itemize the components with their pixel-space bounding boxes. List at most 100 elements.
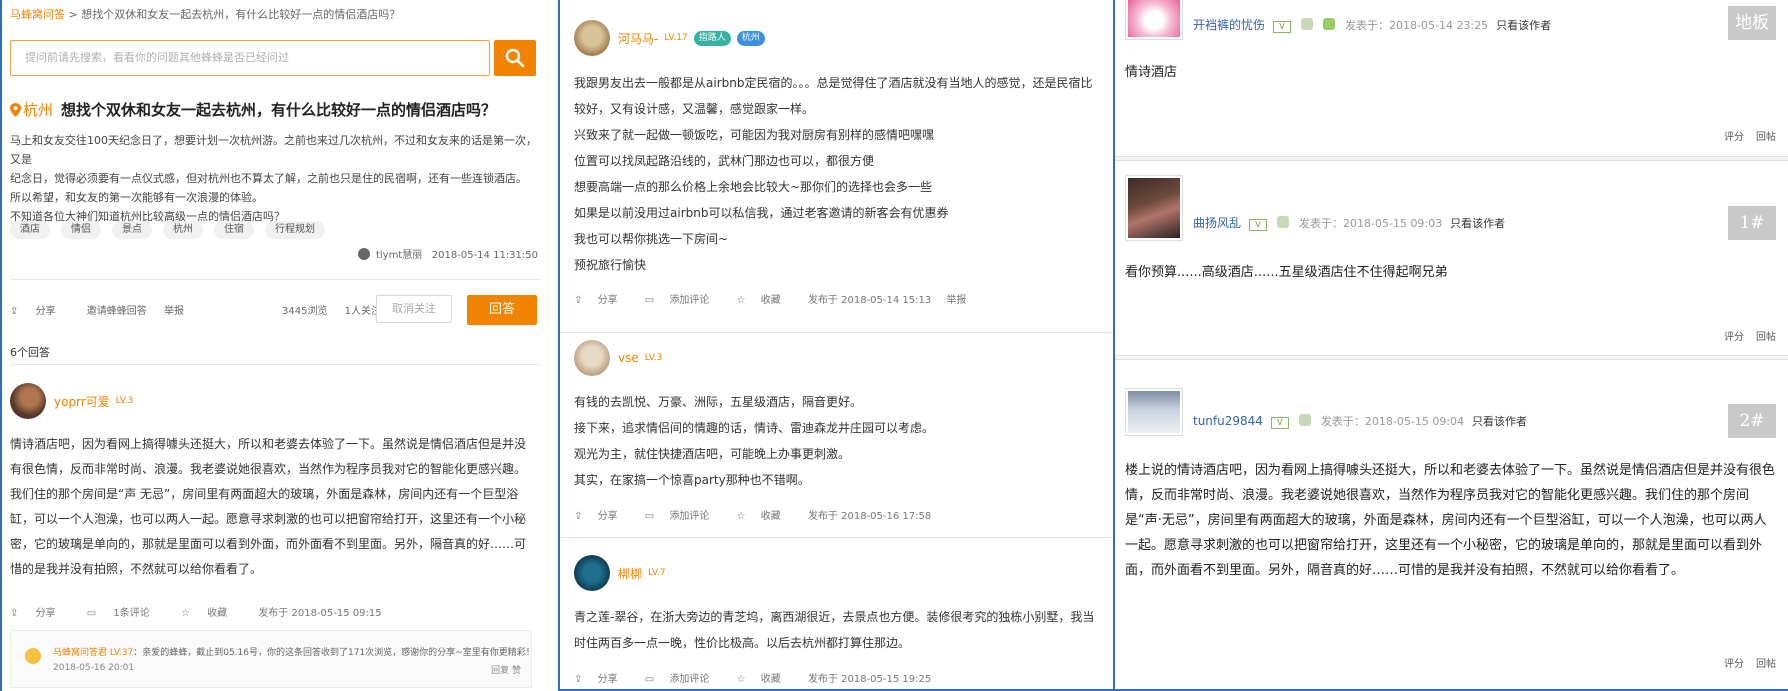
answer-line: 想要高端一点的那么价格上余地会比较大~那你们的选择也会多一些 bbox=[574, 180, 933, 194]
favorite-link[interactable]: ☆ 收藏 bbox=[737, 295, 793, 306]
share-link[interactable]: ⇪ 分享 bbox=[574, 295, 630, 306]
reply-link[interactable]: 回帖 bbox=[1756, 659, 1776, 670]
favorite-link[interactable]: ☆ 收藏 bbox=[181, 608, 241, 619]
poster-name[interactable]: tunfu29844 bbox=[1193, 414, 1263, 428]
share-link[interactable]: ⇪ 分享 bbox=[10, 306, 70, 317]
comment-actions[interactable]: 回复 赞 bbox=[491, 663, 521, 676]
tag[interactable]: 行程规划 bbox=[265, 221, 325, 239]
floor-number: 2# bbox=[1728, 404, 1776, 438]
post-time: 发表于：2018-05-15 09:04 bbox=[1320, 415, 1465, 428]
avatar[interactable] bbox=[1125, 0, 1183, 40]
level-badge: LV.3 bbox=[644, 353, 663, 363]
comment-author[interactable]: 马蜂窝问答君 bbox=[53, 648, 107, 658]
reply-link[interactable]: 回帖 bbox=[1756, 332, 1776, 343]
report-link[interactable]: 举报 bbox=[164, 306, 184, 317]
comment-link[interactable]: ▭ 1条评论 bbox=[87, 608, 164, 619]
comment-link[interactable]: ▭ 添加评论 bbox=[645, 295, 722, 306]
answer-line: 其实，在家搞一个惊喜party那种也不错啊。 bbox=[574, 473, 810, 487]
answer-line: 我也可以帮你挑选一下房间~ bbox=[574, 232, 729, 246]
level-badge: LV.3 bbox=[115, 396, 134, 406]
favorite-link[interactable]: ☆ 收藏 bbox=[737, 674, 793, 685]
tag[interactable]: 酒店 bbox=[10, 221, 50, 239]
comment-date: 2018-05-16 20:01 bbox=[53, 663, 135, 673]
medal-icon bbox=[1301, 18, 1314, 30]
post-time: 发表于：2018-05-15 09:03 bbox=[1299, 217, 1443, 230]
unfollow-button[interactable]: 取消关注 bbox=[376, 295, 452, 323]
breadcrumb-home-link[interactable]: 马蜂窝问答 bbox=[10, 8, 65, 21]
avatar[interactable] bbox=[1125, 175, 1183, 241]
user-level-icon: V bbox=[1249, 219, 1268, 231]
answer-count: 6个回答 bbox=[10, 346, 50, 359]
floor-divider bbox=[1115, 156, 1788, 161]
comment-link[interactable]: ▭ 添加评论 bbox=[645, 674, 722, 685]
share-link[interactable]: ⇪ 分享 bbox=[574, 511, 630, 522]
favorite-link[interactable]: ☆ 收藏 bbox=[737, 511, 793, 522]
rate-link[interactable]: 评分 bbox=[1724, 659, 1744, 670]
invite-link[interactable]: 邀请蜂蜂回答 bbox=[87, 306, 147, 317]
answer-line: 位置可以找凤起路沿线的，武林门那边也可以，都很方便 bbox=[574, 154, 875, 168]
answer-line: 接下来，追求情侣间的情趣的话，情诗、雷迪森龙井庄园可以考虑。 bbox=[574, 421, 935, 435]
comment-link[interactable]: ▭ 添加评论 bbox=[645, 511, 722, 522]
question-city[interactable]: 杭州 bbox=[10, 101, 53, 119]
author-name[interactable]: 河马马- bbox=[618, 30, 658, 47]
avatar[interactable] bbox=[574, 555, 610, 591]
answer-author: yoprr可爱 LV.3 bbox=[10, 383, 133, 423]
post-actions: 评分 回帖 bbox=[1712, 328, 1776, 343]
rate-link[interactable]: 评分 bbox=[1724, 132, 1744, 143]
answer-line: 预祝旅行愉快 bbox=[574, 258, 647, 272]
share-link[interactable]: ⇪ 分享 bbox=[574, 674, 630, 685]
view-count: 3445浏览 bbox=[282, 306, 328, 317]
author-name[interactable]: yoprr可爱 bbox=[54, 393, 110, 410]
comment-icon: ▭ bbox=[644, 295, 655, 306]
avatar[interactable] bbox=[574, 340, 610, 376]
tag[interactable]: 住宿 bbox=[214, 221, 254, 239]
share-icon: ⇪ bbox=[574, 295, 583, 306]
star-icon: ☆ bbox=[736, 674, 746, 685]
rate-link[interactable]: 评分 bbox=[1724, 332, 1744, 343]
poster-name[interactable]: 曲扬风乱 bbox=[1193, 216, 1241, 230]
answer-line: 我们住的那个房间是“声 无忌”，房间里有两面超大的玻璃，外面是森林，房间内还有一… bbox=[10, 487, 519, 501]
asker-avatar[interactable] bbox=[357, 248, 370, 260]
question-line: 所以希望，和女友的第一次能够有一次浪漫的体验。 bbox=[10, 191, 263, 204]
share-link[interactable]: ⇪ 分享 bbox=[10, 608, 70, 619]
avatar[interactable] bbox=[574, 20, 610, 56]
search-input[interactable]: 提问前请先搜索，看看你的问题其他蜂蜂是否已经问过 bbox=[10, 40, 490, 76]
only-author-link[interactable]: 只看该作者 bbox=[1496, 19, 1551, 32]
avatar[interactable] bbox=[1125, 388, 1183, 436]
author-name[interactable]: vse bbox=[618, 351, 639, 365]
share-icon: ⇪ bbox=[574, 511, 583, 522]
answer-button[interactable]: 回答 bbox=[467, 295, 537, 325]
report-link[interactable]: 举报 bbox=[946, 295, 966, 306]
forum-thread-panel: 开裆裤的忧伤 V 发表于：2018-05-14 23:25 只看该作者 地板 情诗酒店… bbox=[1115, 0, 1788, 691]
post-time: 发布于 2018-05-15 19:25 bbox=[807, 674, 932, 685]
star-icon: ☆ bbox=[736, 511, 746, 522]
screenshot-collage: 马蜂窝问答 > 想找个双休和女友一起去杭州，有什么比较好一点的情侣酒店吗？ 提问… bbox=[0, 0, 1788, 691]
post-time: 发布于 2018-05-16 17:58 bbox=[807, 511, 932, 522]
share-icon: ⇪ bbox=[574, 674, 583, 685]
answer-actions: ⇪ 分享 ▭ 添加评论 ☆ 收藏 发布于 2018-05-14 15:13 举报 bbox=[574, 291, 978, 306]
answer-line: 时住两百多一点一晚，性价比极高。以后去杭州都打算住那边。 bbox=[574, 636, 911, 650]
only-author-link[interactable]: 只看该作者 bbox=[1472, 415, 1527, 428]
author-name[interactable]: 梆梆 bbox=[618, 565, 642, 582]
reply-link[interactable]: 回帖 bbox=[1756, 132, 1776, 143]
divider bbox=[10, 364, 540, 365]
tag[interactable]: 景点 bbox=[112, 221, 152, 239]
answer-body: 情诗酒店吧，因为看网上搞得噱头还挺大，所以和老婆去体验了一下。虽然说是情侣酒店但… bbox=[10, 432, 540, 582]
star-icon: ☆ bbox=[736, 295, 746, 306]
avatar[interactable] bbox=[10, 383, 46, 419]
tag[interactable]: 情侣 bbox=[61, 221, 101, 239]
post-actions: 评分 回帖 bbox=[1712, 128, 1776, 143]
only-author-link[interactable]: 只看该作者 bbox=[1450, 217, 1505, 230]
answer-actions: ⇪ 分享 ▭ 添加评论 ☆ 收藏 发布于 2018-05-16 17:58 bbox=[574, 507, 943, 522]
tag-list: 酒店 情侣 景点 杭州 住宿 行程规划 bbox=[10, 221, 336, 239]
tag[interactable]: 杭州 bbox=[163, 221, 203, 239]
bee-avatar-icon bbox=[25, 648, 41, 664]
question-title-row: 杭州 想找个双休和女友一起去杭州，有什么比较好一点的情侣酒店吗？ bbox=[10, 99, 496, 120]
search-icon bbox=[505, 48, 525, 68]
asker-name[interactable]: tlymt慧丽 bbox=[376, 250, 422, 261]
user-level-icon: V bbox=[1273, 21, 1292, 33]
poster-name[interactable]: 开裆裤的忧伤 bbox=[1193, 18, 1265, 32]
answer-body: 有钱的去凯悦、万豪、洲际，五星级酒店，隔音更好。 接下来，追求情侣间的情趣的话，… bbox=[574, 389, 1113, 493]
search-button[interactable] bbox=[494, 40, 536, 76]
question-line: 纪念日，觉得必须要有一点仪式感，但对杭州也不算太了解，之前也只是住的民宿啊，还有… bbox=[10, 172, 527, 185]
